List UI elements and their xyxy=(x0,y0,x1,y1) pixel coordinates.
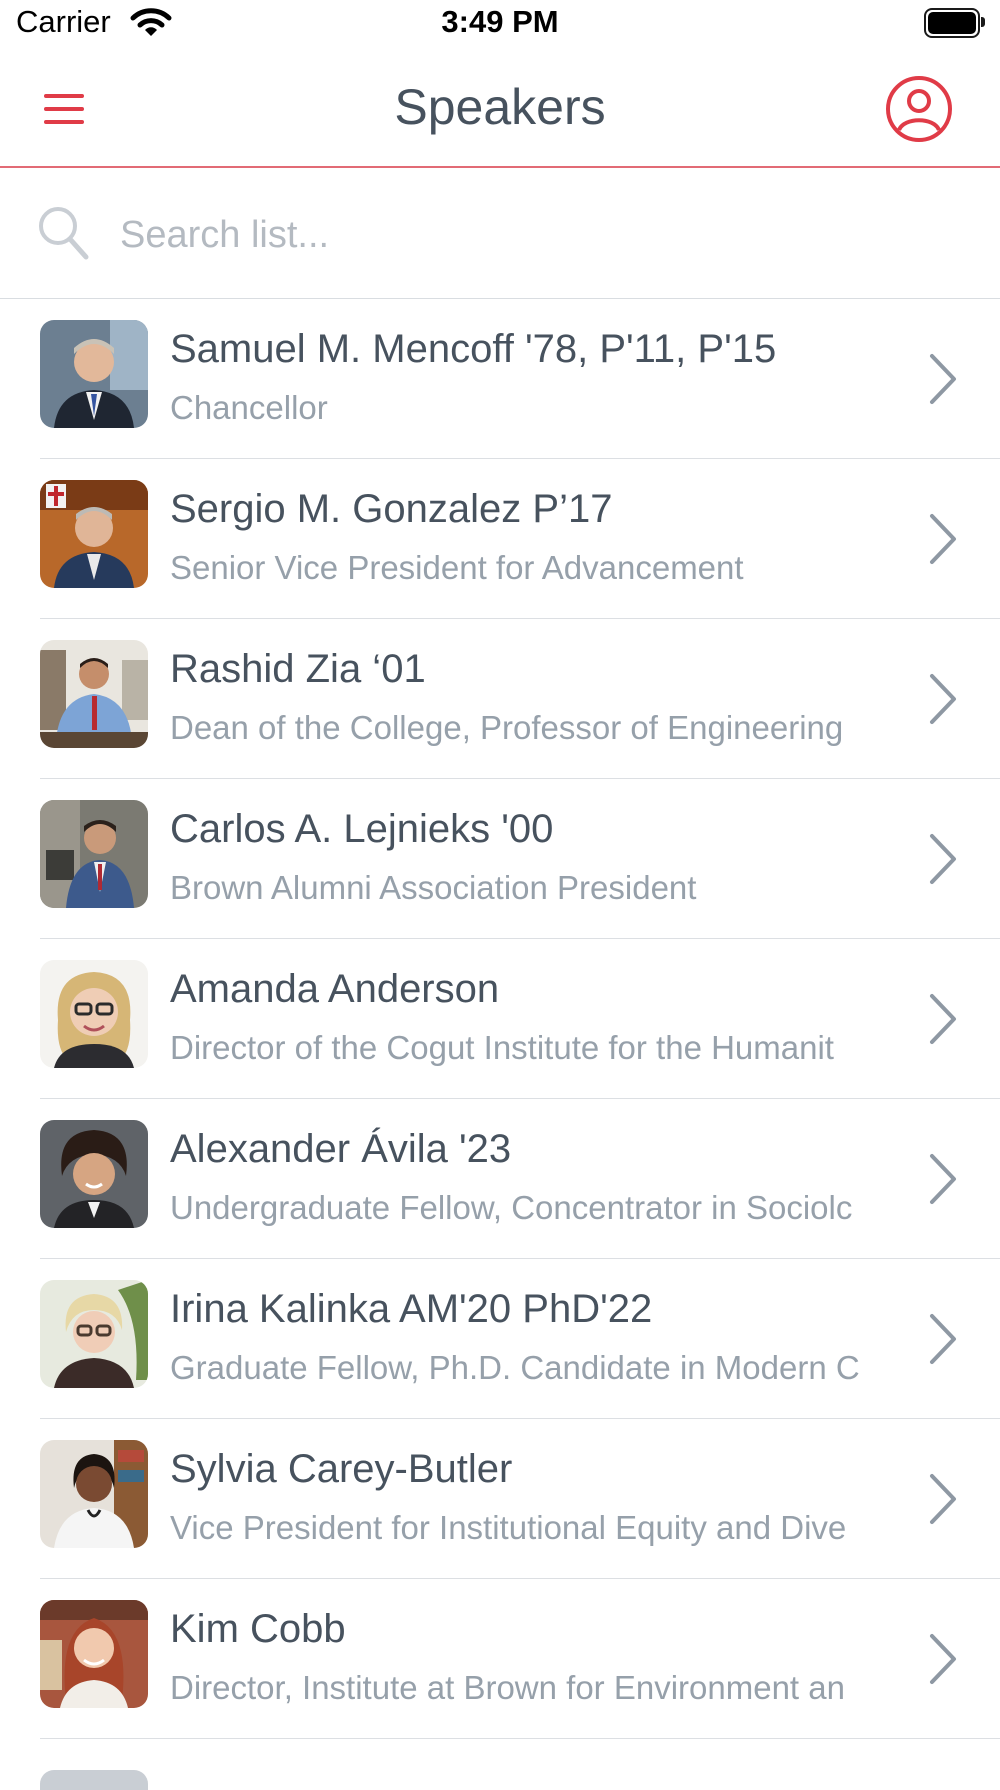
list-item[interactable]: Sylvia Carey-Butler Vice President for I… xyxy=(0,1419,1000,1579)
avatar xyxy=(40,320,148,428)
avatar xyxy=(40,1280,148,1388)
list-item[interactable]: Amanda Anderson Director of the Cogut In… xyxy=(0,939,1000,1099)
chevron-right-icon xyxy=(930,1154,956,1204)
status-time: 3:49 PM xyxy=(441,4,559,39)
avatar xyxy=(40,1600,148,1708)
speaker-title: Chancellor xyxy=(170,389,328,426)
page-title: Speakers xyxy=(394,79,606,135)
speaker-name: Alexander Ávila '23 xyxy=(170,1127,512,1171)
search-input[interactable] xyxy=(118,204,942,266)
user-circle-icon xyxy=(886,76,952,142)
list-item[interactable]: Samuel M. Mencoff '78, P'11, P'15 Chance… xyxy=(0,299,1000,459)
chevron-right-icon xyxy=(930,514,956,564)
avatar xyxy=(40,800,148,908)
speaker-title: Dean of the College, Professor of Engine… xyxy=(170,709,844,746)
search-bar xyxy=(0,168,1000,299)
search-icon xyxy=(39,207,89,260)
list-item[interactable]: Carlos A. Lejnieks '00 Brown Alumni Asso… xyxy=(0,779,1000,939)
speaker-title: Vice President for Institutional Equity … xyxy=(170,1509,847,1546)
speaker-name: Samuel M. Mencoff '78, P'11, P'15 xyxy=(170,327,777,371)
list-item[interactable]: Rashid Zia ‘01 Dean of the College, Prof… xyxy=(0,619,1000,779)
speaker-title: Brown Alumni Association President xyxy=(170,869,697,906)
chevron-right-icon xyxy=(930,1634,956,1684)
list-item[interactable]: Alexander Ávila '23 Undergraduate Fellow… xyxy=(0,1099,1000,1259)
avatar xyxy=(40,1770,148,1790)
profile-button[interactable] xyxy=(884,74,954,144)
speaker-name: Rashid Zia ‘01 xyxy=(170,647,426,691)
speaker-title: Senior Vice President for Advancement xyxy=(170,549,744,586)
speaker-list: Samuel M. Mencoff '78, P'11, P'15 Chance… xyxy=(0,299,1000,1739)
status-bar: Carrier 3:49 PM xyxy=(0,0,1000,46)
list-item[interactable]: Sergio M. Gonzalez P’17 Senior Vice Pres… xyxy=(0,459,1000,619)
battery-icon xyxy=(924,8,986,38)
speaker-name: Sylvia Carey-Butler xyxy=(170,1447,513,1491)
avatar xyxy=(40,1440,148,1548)
list-item[interactable]: Irina Kalinka AM'20 PhD'22 Graduate Fell… xyxy=(0,1259,1000,1419)
chevron-right-icon xyxy=(930,834,956,884)
speaker-name: Amanda Anderson xyxy=(170,967,500,1011)
chevron-right-icon xyxy=(930,354,956,404)
speaker-name: Sergio M. Gonzalez P’17 xyxy=(170,487,613,531)
speaker-name: Irina Kalinka AM'20 PhD'22 xyxy=(170,1287,653,1331)
speaker-name: Carlos A. Lejnieks '00 xyxy=(170,807,554,851)
speaker-title: Graduate Fellow, Ph.D. Candidate in Mode… xyxy=(170,1349,860,1386)
speaker-title: Director of the Cogut Institute for the … xyxy=(170,1029,834,1066)
nav-bar: Speakers xyxy=(0,56,1000,168)
chevron-right-icon xyxy=(930,1474,956,1524)
chevron-right-icon xyxy=(930,994,956,1044)
avatar xyxy=(40,640,148,748)
speaker-name: Kim Cobb xyxy=(170,1607,346,1651)
speaker-title: Undergraduate Fellow, Concentrator in So… xyxy=(170,1189,853,1226)
chevron-right-icon xyxy=(930,1314,956,1364)
avatar xyxy=(40,960,148,1068)
chevron-right-icon xyxy=(930,674,956,724)
list-item[interactable]: Kim Cobb Director, Institute at Brown fo… xyxy=(0,1579,1000,1739)
speaker-title: Director, Institute at Brown for Environ… xyxy=(170,1669,845,1706)
avatar xyxy=(40,480,148,588)
avatar xyxy=(40,1120,148,1228)
